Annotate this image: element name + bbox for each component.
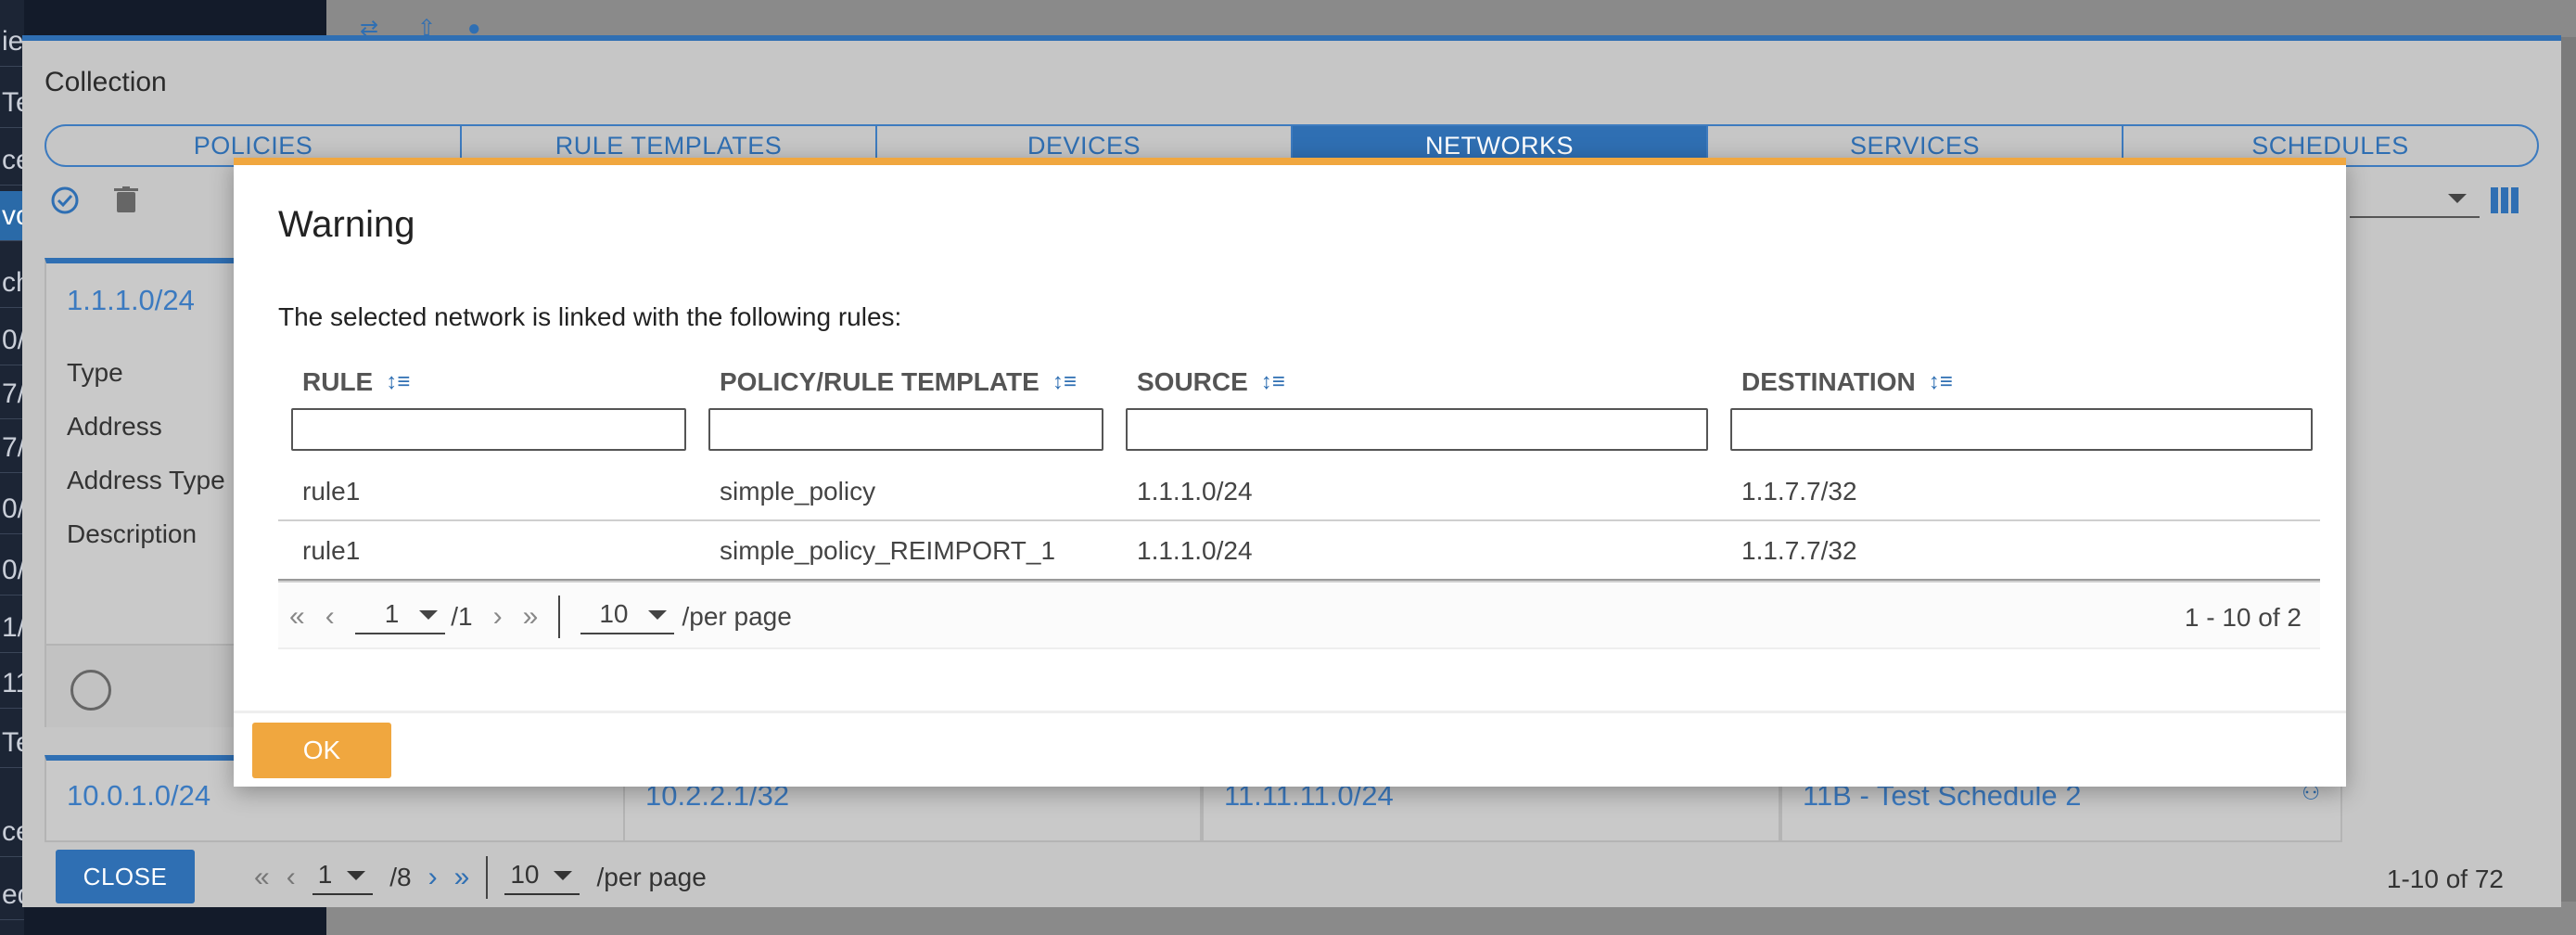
sidebar-item[interactable]: 0/ [0,484,24,534]
sort-icon[interactable]: ↕≡ [386,369,410,395]
cell-source: 1.1.1.0/24 [1137,477,1253,506]
cell-policy: simple_policy [720,477,876,506]
chevron-down-icon [419,610,439,620]
card-title[interactable]: 10.0.1.0/24 [67,779,210,813]
card-title[interactable]: 1.1.1.0/24 [67,284,195,317]
page-value: 1 [317,860,333,889]
columns-icon[interactable] [2491,187,2519,213]
cell-rule: rule1 [302,536,361,565]
sort-dropdown[interactable] [2350,185,2480,218]
per-page-label: /per page [682,602,792,631]
per-page-label: /per page [596,863,707,891]
column-header-rule[interactable]: RULE ↕≡ [302,362,410,403]
cell-destination: 1.1.7.7/32 [1741,477,1857,506]
card-field-type: Type [67,358,123,387]
warning-message: The selected network is linked with the … [278,302,902,331]
filter-row [278,403,2320,455]
card-field-address-type: Address Type [67,466,225,494]
linked-rules-table: RULE ↕≡ POLICY/RULE TEMPLATE ↕≡ SOURCE ↕… [278,362,2320,649]
last-page-icon[interactable]: » [454,862,470,893]
per-page-value: 10 [510,860,540,889]
column-header-destination[interactable]: DESTINATION ↕≡ [1741,362,1953,403]
sidebar-item[interactable]: ce [0,807,24,857]
sidebar-item[interactable]: 7/3 [0,369,24,419]
sidebar-item-active[interactable]: vo [0,191,24,241]
collection-range: 1-10 of 72 [2386,865,2504,893]
column-header-policy[interactable]: POLICY/RULE TEMPLATE ↕≡ [720,362,1077,403]
collection-title: Collection [45,67,167,97]
column-header-source[interactable]: SOURCE ↕≡ [1137,362,1285,403]
chevron-down-icon [648,610,668,620]
sort-icon[interactable]: ↕≡ [1052,369,1077,395]
table-row[interactable]: rule1 simple_policy_REIMPORT_1 1.1.1.0/2… [278,521,2320,581]
sort-icon[interactable]: ↕≡ [1929,369,1953,395]
card-field-address: Address [67,412,162,441]
close-button[interactable]: CLOSE [56,850,195,903]
page-select[interactable]: 1 [312,860,374,895]
chevron-down-icon [2448,194,2467,203]
chevron-down-icon [347,871,366,880]
per-page-select[interactable]: 10 [580,599,675,634]
sidebar-item[interactable]: 7/3 [0,423,24,473]
table-header: RULE ↕≡ POLICY/RULE TEMPLATE ↕≡ SOURCE ↕… [278,362,2320,403]
sort-icon[interactable]: ↕≡ [1261,369,1285,395]
cell-destination: 1.1.7.7/32 [1741,536,1857,565]
column-label: POLICY/RULE TEMPLATE [720,367,1039,396]
app-toolbar: ⇄ ⇧ ● [326,0,2576,41]
card-field-description: Description [67,519,198,548]
divider [558,596,561,638]
sidebar-rail: ie Te ce vo ch. 0/2 7/3 7/3 0/ 0/ 1/ 11 … [0,0,24,935]
prev-page-icon[interactable]: ‹ [287,862,296,893]
page-total: /8 [389,863,412,891]
destination-filter-input[interactable] [1730,408,2313,451]
collection-footer: CLOSE « ‹ 1 /8 › » 10 /per page 1-10 of … [22,842,2561,913]
collection-pager: « ‹ 1 /8 › » 10 /per page [254,852,707,903]
prev-page-icon[interactable]: ‹ [325,601,335,633]
policy-filter-input[interactable] [708,408,1103,451]
sidebar-item[interactable]: 0/2 [0,315,24,365]
column-label: DESTINATION [1741,367,1916,396]
per-page-value: 10 [599,599,629,628]
page-total: /1 [451,602,473,631]
sidebar-item[interactable]: Te [0,78,24,128]
next-page-icon[interactable]: › [428,862,438,893]
select-all-icon[interactable] [48,184,82,217]
sidebar-item[interactable]: ed [0,870,24,920]
first-page-icon[interactable]: « [289,601,305,633]
rule-filter-input[interactable] [291,408,686,451]
sidebar-item[interactable]: ie [0,17,24,67]
sidebar-item[interactable]: 0/ [0,545,24,596]
table-pager: « ‹ 1 /1 › » 10 /per page 1 - 10 of 2 [278,581,2320,649]
table-row[interactable]: rule1 simple_policy 1.1.1.0/24 1.1.7.7/3… [278,462,2320,521]
chevron-down-icon [554,871,573,880]
sidebar-item[interactable]: Te [0,718,24,768]
sidebar-item[interactable]: ch. [0,258,24,308]
card-select-radio[interactable] [70,670,111,711]
page-value: 1 [384,599,400,628]
first-page-icon[interactable]: « [254,862,270,893]
warning-title: Warning [278,204,415,245]
sidebar-item[interactable]: ce [0,135,24,186]
table-body: rule1 simple_policy 1.1.1.0/24 1.1.7.7/3… [278,462,2320,581]
page-select[interactable]: 1 [354,599,446,634]
warning-footer: OK [234,711,2346,787]
per-page-select[interactable]: 10 [504,860,580,895]
pager-controls: « ‹ 1 /1 › » 10 /per page [289,583,792,651]
warning-dialog: Warning The selected network is linked w… [234,158,2346,787]
cell-policy: simple_policy_REIMPORT_1 [720,536,1056,565]
source-filter-input[interactable] [1126,408,1708,451]
column-label: RULE [302,367,374,396]
pager-range: 1 - 10 of 2 [2184,603,2302,632]
cell-rule: rule1 [302,477,361,506]
column-label: SOURCE [1137,367,1248,396]
sidebar-item[interactable]: 11 [0,659,24,709]
ok-button[interactable]: OK [252,723,391,778]
divider [486,856,489,899]
cell-source: 1.1.1.0/24 [1137,536,1253,565]
last-page-icon[interactable]: » [523,601,539,633]
delete-icon[interactable] [109,184,143,217]
next-page-icon[interactable]: › [493,601,503,633]
sidebar-item[interactable]: 1/ [0,603,24,653]
